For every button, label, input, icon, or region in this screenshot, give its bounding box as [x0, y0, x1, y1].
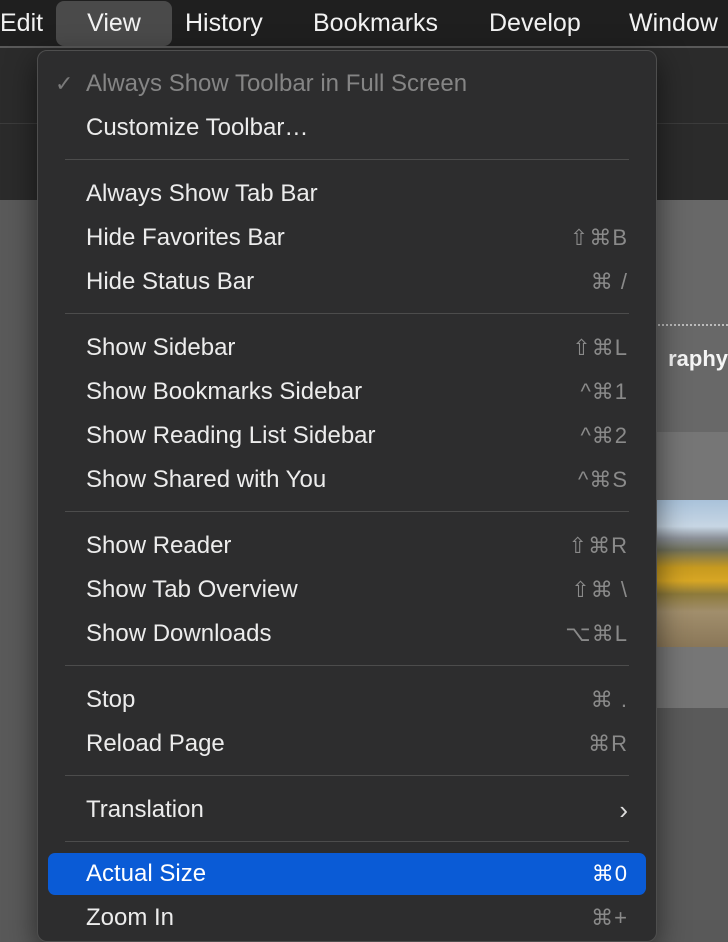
menu-item-show-reader[interactable]: Show Reader ⇧⌘R — [48, 525, 646, 567]
menu-item-label: Show Reader — [86, 532, 232, 559]
menu-item-show-bookmarks-sidebar[interactable]: Show Bookmarks Sidebar ^⌘1 — [48, 371, 646, 413]
web-page-dotted-divider — [650, 324, 728, 326]
menu-item-label: Always Show Tab Bar — [86, 180, 318, 207]
menu-separator — [65, 511, 629, 512]
menu-bookmarks[interactable]: Bookmarks — [313, 0, 438, 46]
menu-item-label: Hide Status Bar — [86, 268, 255, 295]
menu-edit[interactable]: Edit — [0, 0, 43, 46]
menu-item-label: Show Downloads — [86, 620, 272, 647]
menu-item-always-show-toolbar[interactable]: ✓ Always Show Toolbar in Full Screen — [48, 63, 646, 105]
menu-item-label: Show Tab Overview — [86, 576, 298, 603]
shortcut-label: ^⌘1 — [580, 379, 628, 404]
menu-item-label: Show Shared with You — [86, 466, 327, 493]
menu-item-stop[interactable]: Stop ⌘ . — [48, 679, 646, 721]
shortcut-label: ⌘ . — [590, 687, 628, 712]
menu-item-always-show-tab-bar[interactable]: Always Show Tab Bar — [48, 173, 646, 215]
chevron-right-icon: › — [619, 795, 628, 825]
menu-item-label: Show Bookmarks Sidebar — [86, 378, 363, 405]
shortcut-label: ⇧⌘L — [572, 335, 628, 360]
checkmark-icon: ✓ — [55, 71, 74, 96]
shortcut-label: ⌘+ — [591, 905, 628, 930]
menu-item-label: Customize Toolbar… — [86, 114, 309, 141]
menu-view[interactable]: View — [56, 1, 172, 46]
shortcut-label: ⌥⌘L — [565, 621, 628, 646]
landscape-photo[interactable] — [655, 500, 728, 647]
menu-item-reload-page[interactable]: Reload Page ⌘R — [48, 723, 646, 765]
menu-history[interactable]: History — [185, 0, 263, 46]
menu-item-label: Hide Favorites Bar — [86, 224, 285, 251]
menu-item-label: Translation — [86, 796, 204, 823]
view-menu-dropdown: ✓ Always Show Toolbar in Full Screen Cus… — [37, 50, 657, 942]
menu-item-label: Always Show Toolbar in Full Screen — [86, 70, 468, 97]
menu-window[interactable]: Window — [629, 0, 718, 46]
shortcut-label: ⇧⌘ \ — [571, 577, 628, 602]
menu-item-label: Stop — [86, 686, 136, 713]
shortcut-label: ⌘0 — [591, 861, 628, 886]
menu-item-label: Reload Page — [86, 730, 225, 757]
menu-item-show-tab-overview[interactable]: Show Tab Overview ⇧⌘ \ — [48, 569, 646, 611]
menu-separator — [65, 159, 629, 160]
menu-item-hide-status-bar[interactable]: Hide Status Bar ⌘ / — [48, 261, 646, 303]
menu-develop[interactable]: Develop — [489, 0, 581, 46]
shortcut-label: ⌘ / — [590, 269, 628, 294]
menu-item-label: Actual Size — [86, 860, 207, 887]
menu-item-show-downloads[interactable]: Show Downloads ⌥⌘L — [48, 613, 646, 655]
menu-item-label: Zoom In — [86, 904, 175, 931]
menu-separator — [65, 665, 629, 666]
menu-item-label: Show Reading List Sidebar — [86, 422, 376, 449]
shortcut-label: ^⌘2 — [580, 423, 628, 448]
shortcut-label: ⇧⌘B — [569, 225, 628, 250]
menu-bar: Edit View History Bookmarks Develop Wind… — [0, 0, 728, 46]
menu-separator — [65, 775, 629, 776]
menu-item-show-reading-list-sidebar[interactable]: Show Reading List Sidebar ^⌘2 — [48, 415, 646, 457]
menu-item-hide-favorites-bar[interactable]: Hide Favorites Bar ⇧⌘B — [48, 217, 646, 259]
shortcut-label: ⌘R — [588, 731, 628, 756]
menu-item-zoom-in[interactable]: Zoom In ⌘+ — [48, 897, 646, 939]
menu-item-actual-size[interactable]: Actual Size ⌘0 — [48, 853, 646, 895]
menu-item-show-shared-with-you[interactable]: Show Shared with You ^⌘S — [48, 459, 646, 501]
menu-separator — [65, 841, 629, 842]
shortcut-label: ⇧⌘R — [568, 533, 628, 558]
menu-item-show-sidebar[interactable]: Show Sidebar ⇧⌘L — [48, 327, 646, 369]
menu-item-label: Show Sidebar — [86, 334, 236, 361]
shortcut-label: ^⌘S — [578, 467, 628, 492]
menu-item-translation[interactable]: Translation › — [48, 789, 646, 831]
menu-separator — [65, 313, 629, 314]
menu-item-customize-toolbar[interactable]: Customize Toolbar… — [48, 107, 646, 149]
